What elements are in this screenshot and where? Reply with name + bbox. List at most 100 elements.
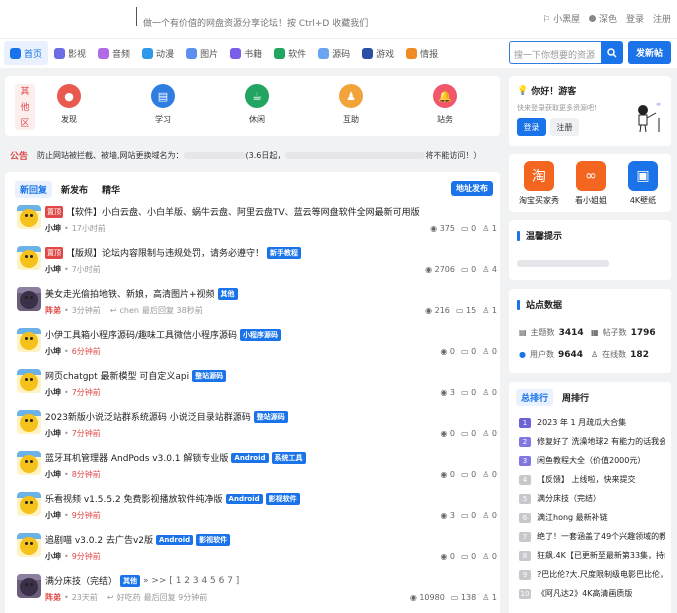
post-tag-label[interactable]: Android — [225, 493, 263, 504]
post-row[interactable]: 蓝牙耳机管理器 AndPods v3.0.1 解锁专业版 Android 系统工具小… — [5, 449, 505, 489]
post-tag-label[interactable]: 影视软件 — [196, 533, 231, 546]
rank-number: 1 — [519, 417, 531, 428]
avatar[interactable] — [17, 205, 41, 229]
nav-item-image[interactable]: 图片 — [180, 41, 224, 65]
post-author[interactable]: 小坤 — [45, 428, 61, 439]
post-tag-label[interactable]: 新手教程 — [267, 246, 302, 259]
rank-item[interactable]: 4 【反馈】 上线啦，快来提交 — [519, 474, 636, 485]
nav-item-home[interactable]: 首页 — [4, 41, 49, 65]
quick-item-study[interactable]: ▤ 学习 — [138, 84, 188, 125]
sidebar-register-button[interactable]: 注册 — [550, 118, 579, 136]
login-link[interactable]: 登录 — [626, 12, 644, 25]
post-title[interactable]: 满分床技（完结） 其他» >> [ 1 2 3 4 5 6 7 ] — [45, 574, 239, 587]
post-row[interactable]: 置顶 【软件】小白云盘、小白羊版、蜗牛云盘、阿里云盘TV、蓝云等网盘软件全网最新可… — [5, 203, 505, 243]
nav-item-software[interactable]: 软件 — [268, 41, 312, 65]
post-title[interactable]: 追剧喵 v3.0.2 去广告v2版 Android 影视软件 — [45, 533, 231, 546]
app-4k-wallpaper[interactable]: ▣ 4K壁纸 — [619, 161, 667, 206]
page-links[interactable]: » >> [ 1 2 3 4 5 6 7 ] — [143, 576, 239, 586]
post-title[interactable]: 乐看视频 v1.5.5.2 免费影视播放软件纯净版 Android 影视软件 — [45, 492, 300, 505]
post-row[interactable]: 乐看视频 v1.5.5.2 免费影视播放软件纯净版 Android 影视软件 小坤 • 9… — [5, 490, 505, 530]
blackroom-link[interactable]: ⚐ 小黑屋 — [542, 12, 580, 25]
rank-item[interactable]: 2 修复好了 洗澡地球2 有能力的话我会 — [519, 436, 665, 447]
app-taobao-show[interactable]: 淘淘宝买家秀 — [515, 161, 563, 206]
post-author[interactable]: 小坤 — [45, 264, 61, 275]
post-author[interactable]: 阵弟 — [45, 592, 61, 603]
post-tag-label[interactable]: 其他 — [120, 574, 141, 587]
last-reply-user[interactable]: chen — [120, 306, 139, 315]
avatar[interactable] — [17, 328, 41, 352]
rank-item[interactable]: 10 《阿凡达2》4K高清画质版 — [519, 588, 632, 599]
post-tag-label[interactable]: Android — [231, 452, 269, 463]
nav-item-anime[interactable]: 动漫 — [136, 41, 180, 65]
last-reply-user[interactable]: 好吃药 — [117, 592, 141, 603]
tab-total-rank[interactable]: 总排行 — [516, 389, 554, 406]
post-row[interactable]: 置顶 【版规】论坛内容限制与违规处罚，请务必遵守！ 新手教程 小坤 • 7小时前 ◉ 270… — [5, 244, 505, 284]
post-author[interactable]: 小坤 — [45, 387, 61, 398]
comment-icon: ▭ — [450, 593, 459, 602]
post-tag-label[interactable]: 整站源码 — [253, 410, 288, 423]
search-button[interactable] — [601, 41, 623, 64]
post-title[interactable]: 2023新版小说泛站群系统源码 小说泛目录站群源码 整站源码 — [45, 410, 288, 423]
sidebar-login-button[interactable]: 登录 — [517, 118, 546, 136]
quick-item-help[interactable]: ♟ 互助 — [326, 84, 376, 125]
post-title[interactable]: 置顶 【版规】论坛内容限制与违规处罚，请务必遵守！ 新手教程 — [45, 246, 302, 259]
avatar[interactable] — [17, 533, 41, 557]
nav-item-video[interactable]: 影视 — [48, 41, 92, 65]
rank-item[interactable]: 3 闲鱼教程大全（价值2000元） — [519, 455, 645, 466]
new-post-button[interactable]: 发新帖 — [628, 41, 671, 64]
post-tag-label[interactable]: Android — [156, 534, 194, 545]
post-author[interactable]: 小坤 — [45, 551, 61, 562]
post-title[interactable]: 美女走光偷拍地铁、新娘，高清图片+视频 其他 — [45, 287, 238, 300]
rank-item[interactable]: 9 ?巴比伦?大.尺度限制级电影巴比伦，布 — [519, 569, 665, 580]
post-tag-label[interactable]: 系统工具 — [271, 451, 306, 464]
avatar[interactable] — [17, 246, 41, 270]
avatar[interactable] — [17, 410, 41, 434]
avatar[interactable] — [17, 369, 41, 393]
post-title[interactable]: 网页chatgpt 最新模型 可自定义api 整站源码 — [45, 369, 227, 382]
nav-item-source[interactable]: 源码 — [312, 41, 356, 65]
nav-item-game[interactable]: 游戏 — [356, 41, 400, 65]
avatar[interactable] — [17, 574, 41, 598]
quick-item-discover[interactable]: ● 发现 — [44, 84, 94, 125]
nav-item-audio[interactable]: 音频 — [92, 41, 136, 65]
search-input[interactable]: 搜一下你想要的资源 — [509, 41, 601, 64]
tab-featured[interactable]: 精华 — [97, 181, 125, 198]
register-link[interactable]: 注册 — [653, 12, 671, 25]
post-author[interactable]: 小坤 — [45, 223, 61, 234]
post-title[interactable]: 小伊工具箱小程序源码/趣味工具微信小程序源码 小程序源码 — [45, 328, 282, 341]
nav-item-book[interactable]: 书籍 — [224, 41, 268, 65]
post-author[interactable]: 小坤 — [45, 469, 61, 480]
tab-new-posts[interactable]: 新发布 — [56, 181, 93, 198]
post-row[interactable]: 小伊工具箱小程序源码/趣味工具微信小程序源码 小程序源码 小坤 • 6分钟前 ◉ 0 ▭ 0… — [5, 326, 505, 366]
rank-item[interactable]: 8 狂飙.4K【已更新至最新第33集，持续 — [519, 550, 665, 561]
post-tag-label[interactable]: 影视软件 — [265, 492, 300, 505]
post-tag-label[interactable]: 整站源码 — [192, 369, 227, 382]
app-watch-girls[interactable]: ∞ 看小姐姐 — [567, 161, 615, 206]
post-title[interactable]: 蓝牙耳机管理器 AndPods v3.0.1 解锁专业版 Android 系统工具 — [45, 451, 306, 464]
post-row[interactable]: 美女走光偷拍地铁、新娘，高清图片+视频 其他 阵弟 • 3分钟前 ↩ chen 最后回复 38… — [5, 285, 505, 325]
post-author[interactable]: 阵弟 — [45, 305, 61, 316]
post-row[interactable]: 网页chatgpt 最新模型 可自定义api 整站源码 小坤 • 7分钟前 ◉ 3 ▭ 0 ♙… — [5, 367, 505, 407]
avatar[interactable] — [17, 492, 41, 516]
tab-new-replies[interactable]: 新回复 — [15, 181, 53, 198]
post-row[interactable]: 追剧喵 v3.0.2 去广告v2版 Android 影视软件 小坤 • 9分钟前 ◉ 0 ▭ … — [5, 531, 505, 571]
post-author[interactable]: 小坤 — [45, 346, 61, 357]
nav-item-intel[interactable]: 情报 — [400, 41, 444, 65]
quick-item-site[interactable]: 🔔 站务 — [420, 84, 470, 125]
rank-item[interactable]: 7 绝了！一套涵盖了49个兴趣领域的教 — [519, 531, 665, 542]
post-title[interactable]: 置顶 【软件】小白云盘、小白羊版、蜗牛云盘、阿里云盘TV、蓝云等网盘软件全网最新可… — [45, 205, 420, 218]
post-row[interactable]: 2023新版小说泛站群系统源码 小说泛目录站群源码 整站源码 小坤 • 7分钟前 ◉ 0 ▭… — [5, 408, 505, 448]
rank-item[interactable]: 1 2023 年 1 月疏瓜大合集 — [519, 417, 626, 428]
rank-item[interactable]: 6 满江hong 最新补链 — [519, 512, 608, 523]
rank-item[interactable]: 5 满分床技（完结） — [519, 493, 601, 504]
avatar[interactable] — [17, 451, 41, 475]
quick-item-leisure[interactable]: ☕ 休闲 — [232, 84, 282, 125]
address-publish-button[interactable]: 地址发布 — [451, 181, 493, 196]
post-row[interactable]: 满分床技（完结） 其他» >> [ 1 2 3 4 5 6 7 ] 阵弟 • 23天前 ↩… — [5, 572, 505, 612]
post-tag-label[interactable]: 小程序源码 — [240, 328, 282, 341]
avatar[interactable] — [17, 287, 41, 311]
dark-mode-toggle[interactable]: 深色 — [589, 12, 617, 25]
tab-week-rank[interactable]: 周排行 — [557, 389, 594, 406]
post-tag-label[interactable]: 其他 — [217, 287, 238, 300]
post-author[interactable]: 小坤 — [45, 510, 61, 521]
